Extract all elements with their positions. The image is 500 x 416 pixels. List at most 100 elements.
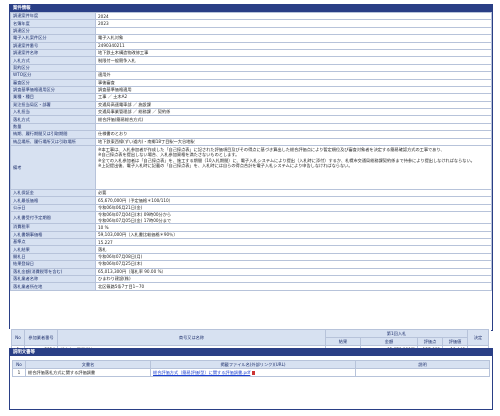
case-info-value: 59,103,000円（入札書比較価格＊90％） [95, 230, 492, 240]
case-info-key: 調達案件年度 [10, 11, 96, 21]
case-info-value: 令和06年07月08日(月) [95, 252, 492, 262]
case-info-value: ※本工事は、入札参加者が作成した「自己採点表」に記された評価項目及びその得点に基… [95, 145, 492, 191]
doc-col-desc: 説明 [355, 360, 490, 369]
col-bidder-number: 参加業者番号 [24, 329, 58, 346]
case-info-key: 調査基準価格適用区分 [10, 85, 96, 95]
case-info-value: 交通局高速電車部 ／ 施設課 [95, 100, 492, 110]
case-info-value [95, 122, 492, 132]
case-info-key: 調達区分 [10, 26, 96, 36]
case-info-row: 公示日 令和06年06月21日(金) [10, 203, 492, 213]
case-info-row: 入札書受付予定期間 令和06年07月04日(木) 09時00分から 令和06年07… [10, 211, 492, 225]
case-info-key: 電子入札案件区分 [10, 34, 96, 43]
case-info-title: 案件情報 [10, 5, 492, 12]
case-info-row: 納品場所、履行場所又は引取場所 地下鉄東西線(ずい道内)・南郷18丁目駅～大谷地駅 [10, 137, 492, 147]
case-info-key: 落札業者所在地 [10, 282, 96, 291]
case-info-row: 納期、履行期間又は引取期間 仕様書のとおり [10, 130, 492, 139]
case-info-value: 2024 [95, 11, 492, 21]
case-info-row: 契約区分 [10, 63, 492, 73]
col-decision: 決定 [467, 329, 489, 346]
case-info-key: 発注担当局区・部署 [10, 100, 96, 110]
case-info-key: 入札方式 [10, 56, 96, 65]
doc-desc [355, 368, 490, 377]
case-info-value: 地下鉄土木構造物改修工事 [95, 48, 492, 58]
case-info-row: 備考 ※本工事は、入札参加者が作成した「自己採点表」に記された評価項目及びその得点… [10, 145, 492, 191]
case-info-value: 北区篠路5条7丁目1−70 [95, 282, 492, 291]
case-info-value: 総合評価(簡易総合方式) [95, 115, 492, 124]
case-info-row: 入札結果 落札 [10, 245, 492, 254]
pdf-icon [252, 370, 256, 375]
doc-name: 総合評価落札方式に関する評価調書 [25, 368, 151, 377]
case-info-key: 落札業者名称 [10, 274, 96, 284]
case-info-value: 事後審査 [95, 78, 492, 87]
case-info-row: 数量 [10, 122, 492, 132]
case-info-value: 2490340211 [95, 41, 492, 50]
case-info-key: 納期、履行期間又は引取期間 [10, 130, 96, 139]
case-info-key: 落札金額(消費税等を含む) [10, 267, 96, 276]
case-info-value: 15.227 [95, 237, 492, 247]
case-info-value: 地下鉄東西線(ずい道内)・南郷18丁目駅～大谷地駅 [95, 137, 492, 147]
case-info-row: 入札書類事価格 59,103,000円（入札書比較価格＊90％） [10, 230, 492, 240]
case-info-value [95, 26, 492, 36]
case-info-key: 名簿年度 [10, 19, 96, 28]
documents-panel: 説明文書等 No 文書名 掲載ファイル名(外部リンク)(URL) 説明 1 総合… [9, 348, 493, 410]
case-info-key: 納品場所、履行場所又は引取場所 [10, 137, 96, 147]
doc-col-no: No [12, 360, 26, 369]
col-first-round: 第1回入札 [325, 329, 468, 338]
documents-table: No 文書名 掲載ファイル名(外部リンク)(URL) 説明 1 総合評価落札方式… [12, 360, 490, 377]
doc-no: 1 [12, 368, 26, 377]
case-info-row: 入札担当 交通局事業管理部 ／ 総務課 ／ 契約係 [10, 108, 492, 117]
case-info-row: WTO区分 適用外 [10, 71, 492, 80]
case-info-panel: 案件情報 調達案件年度 2024 名簿年度 2023 調達区分 電子入札案件区分 電子入札対… [9, 4, 493, 331]
case-info-row: 電子入札案件区分 電子入札対象 [10, 34, 492, 43]
case-info-value: 落札 [95, 245, 492, 254]
case-info-key: 公示日 [10, 203, 96, 213]
doc-col-name: 文書名 [25, 360, 151, 369]
case-info-row: 入札保証金 必要 [10, 189, 492, 198]
col-eval-score: 評価点 [417, 337, 443, 346]
case-info-row: 発注担当局区・部署 交通局高速電車部 ／ 施設課 [10, 100, 492, 110]
case-info-key: 入札書類事価格 [10, 230, 96, 240]
case-info-key: 消費税率 [10, 223, 96, 232]
case-info-value: 令和06年07月25日(木) [95, 260, 492, 269]
case-info-row: 落札業者所在地 北区篠路5条7丁目1−70 [10, 282, 492, 291]
case-info-value: 令和06年07月04日(木) 09時00分から 令和06年07月05日(金) 1… [95, 211, 492, 225]
case-info-row: 落札金額(消費税等を含む) 65,013,300円（落札率 90.00 %） [10, 267, 492, 276]
case-info-key: 契約区分 [10, 63, 96, 73]
case-info-row: 入札方式 制限付一般競争入札 [10, 56, 492, 65]
case-info-value: 仕様書のとおり [95, 130, 492, 139]
case-info-key: 落札方式 [10, 115, 96, 124]
case-info-key: 結果登録日 [10, 260, 96, 269]
doc-file-cell: 総合評価方式（簡易評価Ⅰ型）に関する評価調書.pdf [150, 368, 356, 377]
col-total-score: 評価値 [442, 337, 468, 346]
case-info-key: 入札結果 [10, 245, 96, 254]
case-info-key: 備考 [10, 145, 96, 191]
case-info-value: 電子入札対象 [95, 34, 492, 43]
doc-col-file: 掲載ファイル名(外部リンク)(URL) [150, 360, 356, 369]
case-info-row: 開札日 令和06年07月08日(月) [10, 252, 492, 262]
case-info-key: 調達案件名称 [10, 48, 96, 58]
case-info-row: 結果登録日 令和06年07月25日(木) [10, 260, 492, 269]
case-info-row: 消費税率 10 % [10, 223, 492, 232]
col-amount: 金額 [360, 337, 418, 346]
case-info-row: 落札業者名称 ひまわり建設(株) [10, 274, 492, 284]
case-info-value: 令和06年06月21日(金) [95, 203, 492, 213]
case-info-key: 入札最低価格 [10, 196, 96, 205]
doc-file-link[interactable]: 総合評価方式（簡易評価Ⅰ型）に関する評価調書.pdf [153, 370, 250, 375]
documents-title: 説明文書等 [10, 349, 492, 356]
case-info-row: 審査区分 事後審査 [10, 78, 492, 87]
case-info-value [95, 63, 492, 73]
case-info-key: 数量 [10, 122, 96, 132]
col-result: 結果 [325, 337, 361, 346]
case-info-row: 基準点 15.227 [10, 237, 492, 247]
case-info-key: 審査区分 [10, 78, 96, 87]
case-info-value: 工事 ／ 土木A2 [95, 93, 492, 102]
case-info-key: 開札日 [10, 252, 96, 262]
case-info-value: 適用外 [95, 71, 492, 80]
case-info-key: WTO区分 [10, 71, 96, 80]
case-info-value: 65,670,000円（予定価格＊100/110） [95, 196, 492, 205]
case-info-value: 交通局事業管理部 ／ 総務課 ／ 契約係 [95, 108, 492, 117]
case-info-value: 2023 [95, 19, 492, 28]
col-company-name: 商号又は名称 [57, 329, 326, 346]
case-info-row: 調達案件番号 2490340211 [10, 41, 492, 50]
document-row: 1 総合評価落札方式に関する評価調書 総合評価方式（簡易評価Ⅰ型）に関する評価調… [12, 368, 490, 377]
